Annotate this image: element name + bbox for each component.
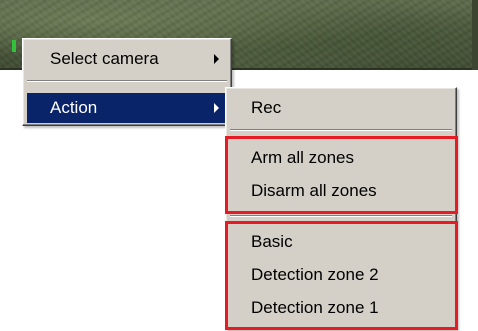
menu-item-label: Rec (251, 98, 282, 117)
menu-item-select-camera[interactable]: Select camera (27, 44, 227, 74)
menu-item-label: Detection zone 1 (251, 298, 379, 317)
menu-item-label: Arm all zones (251, 148, 354, 167)
menu-item-basic[interactable]: Basic (229, 227, 453, 257)
chevron-right-icon (214, 54, 219, 64)
menu-item-arm-all-zones[interactable]: Arm all zones (229, 143, 453, 173)
menu-item-action[interactable]: Action (27, 93, 227, 123)
menu-separator (27, 80, 227, 82)
menu-item-label: Basic (251, 232, 293, 251)
menu-item-label: Action (50, 98, 98, 117)
camera-status-indicator (12, 40, 16, 52)
menu-item-detection-zone-2[interactable]: Detection zone 2 (229, 260, 453, 290)
menu-separator (230, 129, 452, 131)
menu-item-label: Disarm all zones (251, 181, 377, 200)
menu-item-label: Select camera (50, 49, 159, 68)
screen: Select camera Action Rec Arm all zones D… (0, 0, 478, 331)
action-submenu: Rec Arm all zones Disarm all zones Basic… (225, 87, 457, 330)
preview-border (472, 0, 478, 70)
menu-separator (230, 215, 452, 217)
menu-item-detection-zone-1[interactable]: Detection zone 1 (229, 293, 453, 323)
menu-item-rec[interactable]: Rec (229, 93, 453, 123)
menu-item-label: Detection zone 2 (251, 265, 379, 284)
chevron-right-icon (214, 103, 219, 113)
menu-item-disarm-all-zones[interactable]: Disarm all zones (229, 176, 453, 206)
camera-context-menu: Select camera Action (22, 38, 232, 126)
